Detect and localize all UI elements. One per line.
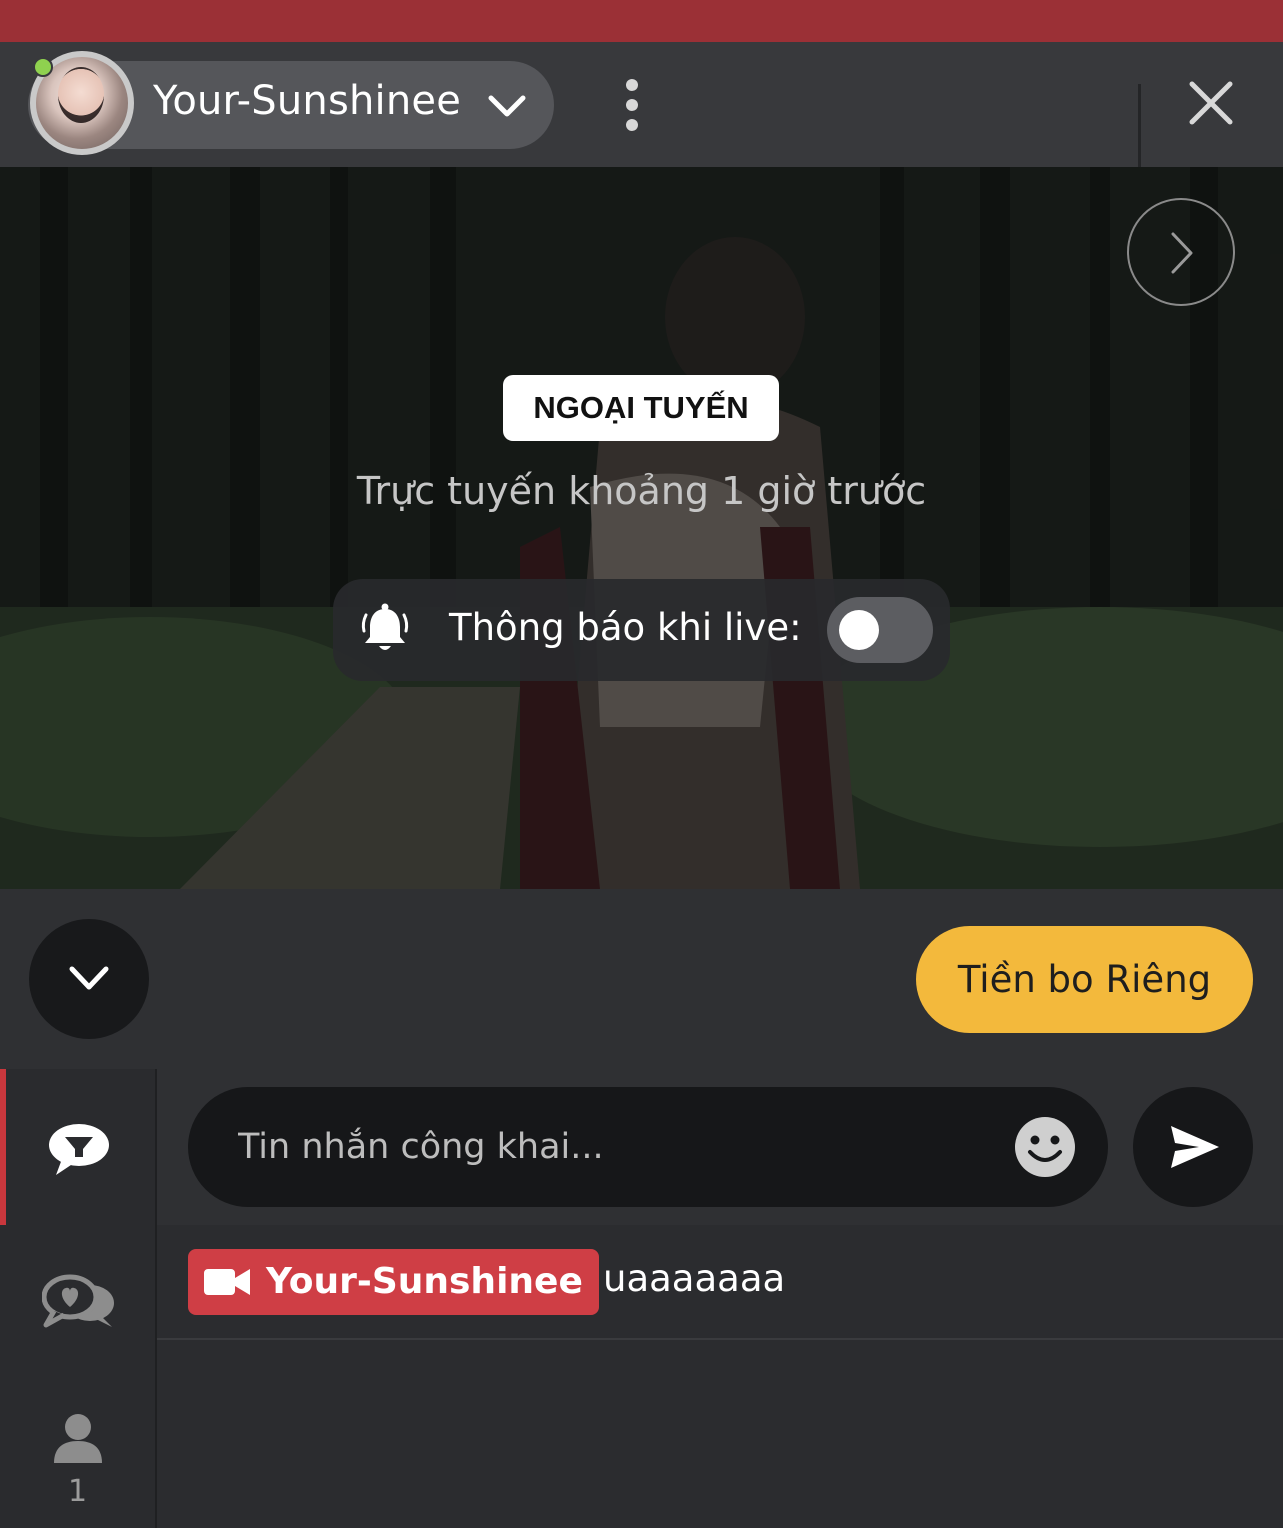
chat-messages: Your-Sunshinee uaaaaaaa [157, 1225, 1283, 1528]
chat-message: Your-Sunshinee uaaaaaaa [157, 1225, 1283, 1340]
private-tip-button[interactable]: Tiền bo Riêng [916, 926, 1253, 1033]
online-status-dot [33, 57, 53, 77]
broadcaster-badge[interactable]: Your-Sunshinee [188, 1249, 599, 1315]
chat-sidebar: 1 [0, 1069, 157, 1528]
camera-icon [204, 1269, 250, 1295]
bell-icon [361, 603, 409, 650]
avatar-photo [58, 67, 104, 123]
chevron-right-icon [1171, 232, 1193, 274]
stream-controls: Tiền bo Riêng [0, 889, 1283, 1069]
collapse-button[interactable] [29, 919, 149, 1039]
kebab-icon[interactable] [618, 78, 646, 132]
next-stream-button[interactable] [1127, 198, 1235, 306]
viewers-icon [54, 1414, 102, 1463]
status-badge: NGOẠI TUYẾN [503, 375, 779, 441]
private-chat-icon [42, 1274, 114, 1328]
smiley-icon[interactable] [1014, 1116, 1076, 1178]
username-label[interactable]: Your-Sunshinee [153, 78, 461, 124]
chat-username: Your-Sunshinee [266, 1261, 583, 1302]
viewer-count: 1 [67, 1474, 88, 1509]
chevron-down-icon[interactable] [486, 88, 528, 124]
last-online-text: Trực tuyến khoảng 1 giờ trước [356, 469, 927, 513]
stream-preview: NGOẠI TUYẾN Trực tuyến khoảng 1 giờ trướ… [0, 167, 1283, 889]
close-icon [1189, 81, 1233, 125]
send-icon [1171, 1126, 1219, 1168]
public-message-input[interactable] [238, 1117, 998, 1177]
send-button[interactable] [1133, 1087, 1253, 1207]
video-overlay [0, 167, 1283, 889]
tab-public-chat[interactable] [0, 1069, 155, 1225]
notify-label: Thông báo khi live: [449, 606, 802, 649]
tab-private-chat[interactable] [0, 1249, 155, 1359]
notify-toggle[interactable] [827, 597, 933, 663]
close-button[interactable] [1141, 42, 1283, 167]
chat-message-text: uaaaaaaa [603, 1257, 786, 1300]
live-notification-setting: Thông báo khi live: [333, 579, 950, 681]
public-chat-icon [49, 1124, 109, 1175]
chevron-down-icon [69, 966, 109, 990]
message-input-wrapper [188, 1087, 1108, 1207]
message-composer [157, 1069, 1283, 1225]
toggle-knob [839, 610, 879, 650]
top-status-bar [0, 0, 1283, 42]
